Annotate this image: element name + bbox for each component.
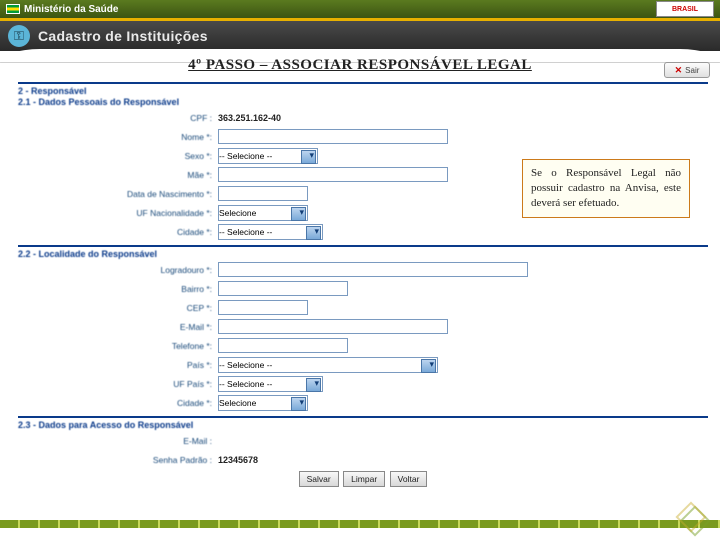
- footer-deco-icon: [678, 506, 708, 532]
- section-2-2-title: 2.2 - Localidade do Responsável: [18, 249, 708, 259]
- salvar-button[interactable]: Salvar: [299, 471, 339, 487]
- exit-button[interactable]: ✕ Sair: [664, 62, 710, 78]
- flag-icon: [6, 4, 20, 14]
- bairro-label: Bairro *:: [18, 284, 218, 294]
- section-localidade: 2.2 - Localidade do Responsável Logradou…: [18, 245, 708, 412]
- gov-topbar: Ministério da Saúde BRASIL: [0, 0, 720, 18]
- step-title: 4º PASSO – ASSOCIAR RESPONSÁVEL LEGAL: [0, 57, 720, 74]
- ufpais-select[interactable]: -- Selecione --: [218, 376, 323, 392]
- bairro-input[interactable]: [218, 281, 348, 296]
- exit-label: Sair: [685, 66, 699, 75]
- voltar-button[interactable]: Voltar: [390, 471, 428, 487]
- telefone-input[interactable]: [218, 338, 348, 353]
- nome-label: Nome *:: [18, 132, 218, 142]
- form-area: 2 - Responsável 2.1 - Dados Pessoais do …: [0, 74, 720, 487]
- sexo-label: Sexo *:: [18, 151, 218, 161]
- email-input[interactable]: [218, 319, 448, 334]
- section-2-1-title: 2.1 - Dados Pessoais do Responsável: [18, 97, 708, 107]
- app-header: ⚿ Cadastro de Instituições: [0, 21, 720, 51]
- cep-input[interactable]: [218, 300, 308, 315]
- cep-label: CEP *:: [18, 303, 218, 313]
- cpf-label: CPF :: [18, 113, 218, 123]
- nome-input[interactable]: [218, 129, 448, 144]
- logradouro-input[interactable]: [218, 262, 528, 277]
- section-2-title: 2 - Responsável: [18, 86, 708, 96]
- nascimento-input[interactable]: [218, 186, 308, 201]
- key-icon: ⚿: [8, 25, 30, 47]
- cidade1-select[interactable]: -- Selecione --: [218, 224, 323, 240]
- senha-value: 12345678: [218, 455, 258, 465]
- uf-nacionalidade-select[interactable]: Selecione: [218, 205, 308, 221]
- close-icon: ✕: [675, 65, 683, 76]
- uf-nacionalidade-label: UF Nacionalidade *:: [18, 208, 218, 218]
- button-bar: Salvar Limpar Voltar: [18, 471, 708, 487]
- ministry-label: Ministério da Saúde: [24, 4, 118, 15]
- email-label: E-Mail *:: [18, 322, 218, 332]
- nascimento-label: Data de Nascimento *:: [18, 189, 218, 199]
- pais-label: País *:: [18, 360, 218, 370]
- cidade2-label: Cidade *:: [18, 398, 218, 408]
- senha-label: Senha Padrão :: [18, 455, 218, 465]
- mae-input[interactable]: [218, 167, 448, 182]
- telefone-label: Telefone *:: [18, 341, 218, 351]
- cidade1-label: Cidade *:: [18, 227, 218, 237]
- footer-stripe: [0, 520, 720, 528]
- ufpais-label: UF País *:: [18, 379, 218, 389]
- mae-label: Mãe *:: [18, 170, 218, 180]
- limpar-button[interactable]: Limpar: [343, 471, 385, 487]
- section-acesso: 2.3 - Dados para Acesso do Responsável E…: [18, 416, 708, 487]
- cpf-value: 363.251.162-40: [218, 113, 281, 123]
- cidade2-select[interactable]: Selecione: [218, 395, 308, 411]
- brasil-logo: BRASIL: [656, 1, 714, 17]
- email2-label: E-Mail :: [18, 436, 218, 446]
- sexo-select[interactable]: -- Selecione --: [218, 148, 318, 164]
- pais-select[interactable]: -- Selecione --: [218, 357, 438, 373]
- header-title: Cadastro de Instituições: [38, 28, 208, 44]
- section-2-3-title: 2.3 - Dados para Acesso do Responsável: [18, 420, 708, 430]
- logradouro-label: Logradouro *:: [18, 265, 218, 275]
- callout-box: Se o Responsável Legal não possuir cadas…: [522, 159, 690, 218]
